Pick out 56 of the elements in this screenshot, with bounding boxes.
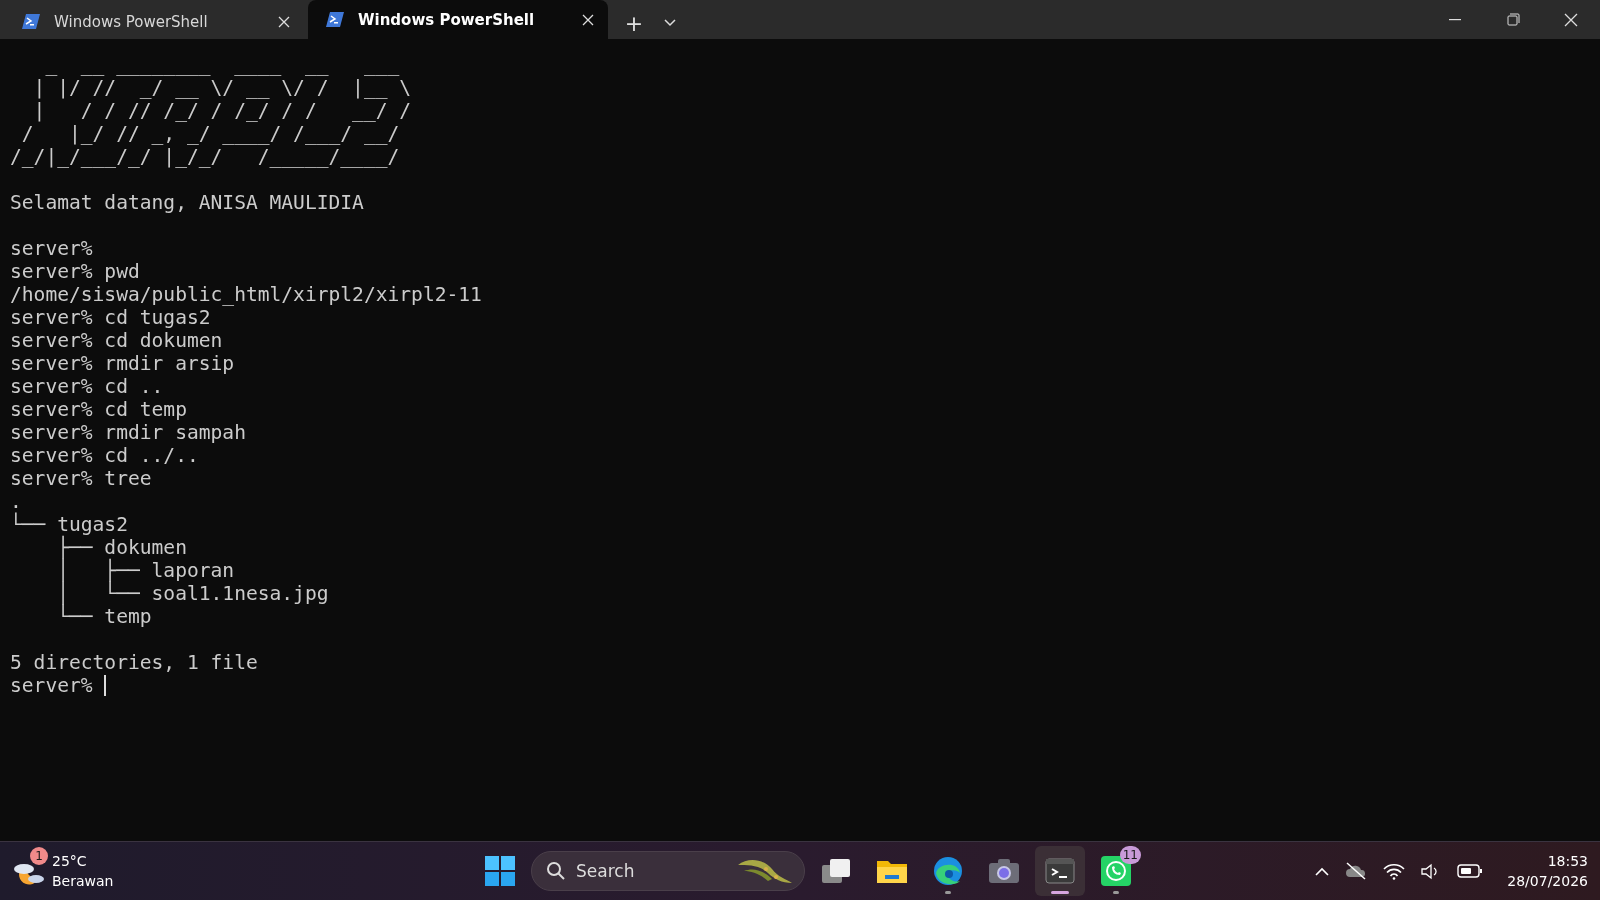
close-icon[interactable] — [278, 15, 290, 28]
cloud-off-icon[interactable] — [1345, 862, 1368, 880]
clock[interactable]: 18:53 28/07/2026 — [1507, 851, 1588, 891]
terminal-line: │ └── soal1.1nesa.jpg — [56, 582, 330, 605]
terminal-line: server% cd dokumen — [10, 329, 224, 352]
browser-icon — [932, 855, 964, 887]
tab-title: Windows PowerShell — [358, 10, 536, 29]
terminal-line: Selamat datang, ANISA MAULIDIA — [10, 191, 365, 214]
terminal-line: server% cd tugas2 — [10, 306, 212, 329]
terminal-line: └── temp — [56, 605, 153, 628]
notification-badge: 11 — [1119, 846, 1141, 864]
close-icon[interactable] — [582, 13, 594, 26]
terminal-line: ├── dokumen — [56, 536, 188, 559]
tab[interactable]: Windows PowerShell — [4, 4, 304, 39]
taskbar-app[interactable] — [1035, 846, 1085, 896]
notification-badge: 1 — [30, 847, 48, 865]
terminal-line: │ ├── laporan — [56, 559, 236, 582]
terminal-line: └── tugas2 — [10, 513, 129, 536]
close-icon — [1564, 12, 1578, 27]
windows-icon — [820, 857, 852, 885]
new-tab-button[interactable]: + — [616, 7, 652, 39]
restore-icon — [1506, 13, 1520, 26]
tab[interactable]: Windows PowerShell — [308, 0, 608, 39]
caret-icon — [664, 19, 676, 27]
battery-icon[interactable] — [1457, 864, 1484, 878]
ascii-art-line: _ __ ________ ____ __ ___ — [44, 53, 401, 76]
minimize-icon — [1449, 18, 1461, 21]
powershell-icon — [326, 12, 344, 27]
terminal-line: server% cd .. — [10, 375, 165, 398]
ascii-art-line: | / / // /_/ / /_/ / / __/ / — [32, 99, 413, 122]
weather-condition: Berawan — [52, 872, 114, 891]
temperature-text: 25°C — [52, 852, 88, 871]
terminal-line: server% cd temp — [10, 398, 188, 421]
terminal-icon — [1045, 858, 1075, 884]
prompt-text: server% — [10, 674, 94, 697]
wifi-icon[interactable] — [1383, 862, 1406, 880]
search-field[interactable]: Search — [531, 851, 805, 891]
terminal-line: server% cd ../.. — [10, 444, 200, 467]
search-icon — [546, 861, 566, 881]
chevron-up-icon[interactable] — [1315, 866, 1330, 876]
windows-logo-icon — [485, 856, 515, 886]
terminal-line: . — [10, 490, 22, 513]
terminal-line: server% rmdir arsip — [10, 352, 236, 375]
terminal-line: 5 directories, 1 file — [10, 651, 259, 674]
taskbar-app[interactable]: 11 — [1091, 846, 1141, 896]
terminal-line: server% — [10, 237, 94, 260]
powershell-icon — [22, 14, 40, 29]
tab-title: Windows PowerShell — [54, 12, 209, 31]
camera-icon — [988, 857, 1020, 885]
terminal-line: server% tree — [10, 467, 153, 490]
terminal-line: server% rmdir sampah — [10, 421, 247, 444]
terminal-line: server% pwd — [10, 260, 141, 283]
terminal-line: /home/siswa/public_html/xirpl2/xirpl2-11 — [10, 283, 483, 306]
ascii-art-line: | |/ // _/ __ \/ __ \/ / |__ \ — [32, 76, 413, 99]
ascii-art-line: /_/|_/___/_/ |_/_/ /_____/____/ — [10, 145, 401, 168]
ascii-art-line: / |_/ // _, _/ ____/ /___/ __/ — [20, 122, 401, 145]
